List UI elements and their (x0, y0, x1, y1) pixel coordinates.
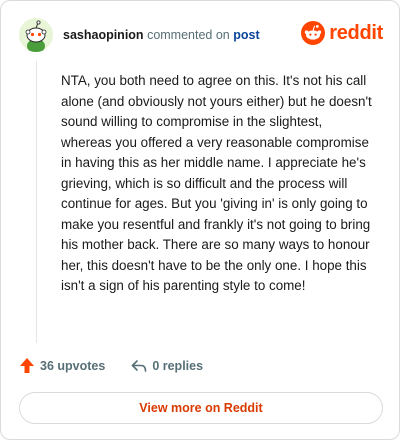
upvote-button[interactable]: 36 upvotes (19, 357, 105, 374)
thread-line (36, 61, 37, 343)
embedded-comment-card: sashaopinion commented on post reddit NT… (0, 0, 400, 440)
comment-header: sashaopinion commented on post (19, 15, 260, 55)
username-link[interactable]: sashaopinion (63, 28, 144, 42)
comment-body: NTA, you both need to agree on this. It'… (61, 73, 372, 293)
user-avatar[interactable] (19, 18, 53, 52)
comment-actions: 36 upvotes 0 replies (19, 357, 203, 374)
upvote-count: 36 upvotes (40, 358, 106, 373)
post-link[interactable]: post (233, 28, 259, 42)
upvote-arrow-icon (20, 358, 34, 373)
comment-meta: sashaopinion commented on post (63, 28, 260, 42)
reply-count: 0 replies (152, 358, 204, 373)
snoo-avatar-icon (19, 18, 53, 52)
view-more-button[interactable]: View more on Reddit (19, 392, 383, 424)
reddit-logo-icon (301, 21, 326, 45)
reddit-brand[interactable]: reddit (301, 21, 383, 45)
reddit-wordmark: reddit (329, 21, 383, 44)
replies-button[interactable]: 0 replies (131, 359, 203, 373)
reply-arrow-icon (132, 359, 147, 372)
action-text: commented on (147, 28, 230, 42)
